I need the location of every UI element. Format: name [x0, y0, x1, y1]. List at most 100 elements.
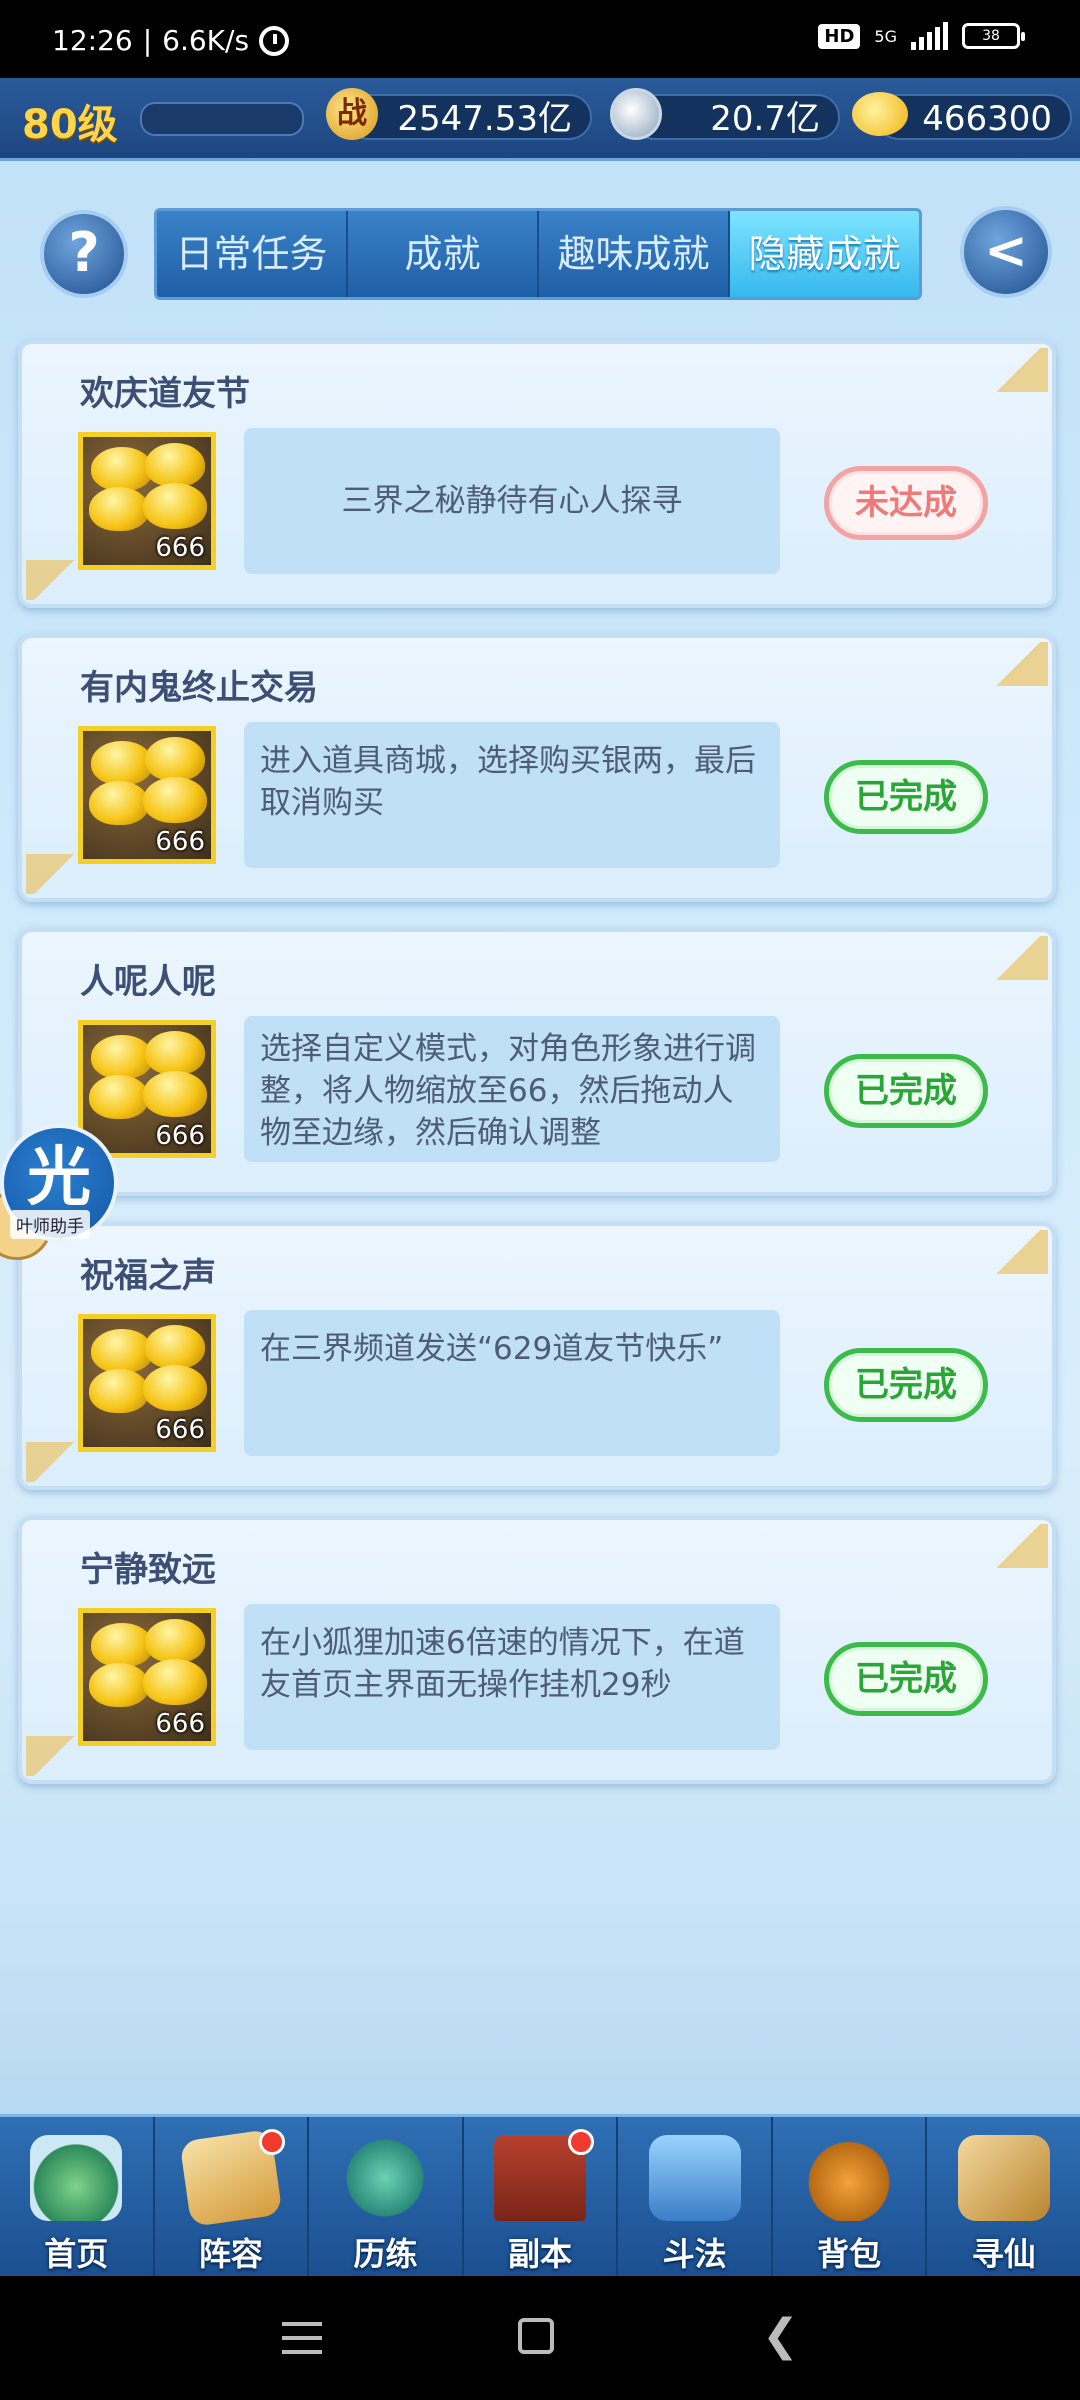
notification-dot [568, 2129, 595, 2155]
gold-ingot-icon [91, 741, 153, 785]
nav-seek-immortal[interactable]: 寻仙 [927, 2117, 1080, 2279]
separator: | [142, 24, 153, 57]
nav-lineup[interactable]: 阵容 [155, 2117, 310, 2279]
card-corner-ornament [988, 936, 1048, 980]
resource-bar: 80级 2547.53亿 战 20.7亿 466300 [0, 78, 1080, 161]
notification-dot [259, 2129, 286, 2155]
reward-count: 666 [155, 533, 205, 563]
nav-backpack[interactable]: 背包 [773, 2117, 928, 2279]
reward-icon[interactable]: 666 [78, 726, 216, 864]
back-icon[interactable]: ❮ [762, 2314, 799, 2358]
card-corner-ornament [988, 642, 1048, 686]
gold-value: 466300 [922, 99, 1052, 139]
card-corner-ornament [988, 348, 1048, 392]
system-nav-bar: ❮ [0, 2276, 1080, 2400]
reward-icon[interactable]: 666 [78, 432, 216, 570]
nav-label: 副本 [508, 2235, 573, 2273]
achievement-title: 欢庆道友节 [80, 374, 250, 414]
status-completed-badge: 已完成 [824, 1348, 988, 1422]
reward-icon[interactable]: 666 [78, 1314, 216, 1452]
achievement-card: 祝福之声 666 在三界频道发送“629道友节快乐” 已完成 [18, 1222, 1056, 1490]
gold-ingot-icon [145, 1031, 205, 1075]
gold-ingot-icon [89, 1663, 149, 1707]
nav-label: 历练 [353, 2235, 418, 2273]
tab-daily-tasks[interactable]: 日常任务 [157, 211, 348, 297]
status-completed-badge: 已完成 [824, 1642, 988, 1716]
achievement-card: 宁静致远 666 在小狐狸加速6倍速的情况下，在道友首页主界面无操作挂机29秒 … [18, 1516, 1056, 1784]
clock: 12:26 [52, 24, 133, 57]
achievement-title: 人呢人呢 [80, 962, 216, 1002]
gold-ingot-icon [145, 737, 205, 781]
achievement-tabs: 日常任务 成就 趣味成就 隐藏成就 [154, 208, 922, 300]
nav-training[interactable]: 历练 [309, 2117, 464, 2279]
tab-fun-achievements[interactable]: 趣味成就 [539, 211, 730, 297]
scroll-icon [957, 2135, 1050, 2221]
achievement-card: 欢庆道友节 666 三界之秘静待有心人探寻 未达成 [18, 340, 1056, 608]
reward-count: 666 [155, 1709, 205, 1739]
gold-ingot-icon [852, 92, 908, 136]
gold-ingot-icon [89, 1075, 149, 1119]
battle-power-value: 2547.53亿 [397, 99, 572, 139]
bottom-nav: 首页 阵容 历练 副本 斗法 背包 寻仙 [0, 2114, 1080, 2279]
tab-achievements[interactable]: 成就 [348, 211, 539, 297]
gold-ingot-icon [89, 781, 149, 825]
gold-ingot-icon [143, 483, 207, 529]
achievement-description: 三界之秘静待有心人探寻 [244, 428, 780, 574]
gold-ingot-icon [91, 1035, 153, 1079]
status-left: 12:26 | 6.6K/s [52, 24, 290, 57]
battery-level: 38 [982, 28, 1000, 44]
silver-balance[interactable]: 20.7亿 [632, 94, 840, 140]
recent-apps-icon[interactable] [282, 2322, 322, 2354]
back-button[interactable]: < [960, 206, 1052, 298]
help-button[interactable]: ? [40, 210, 128, 298]
gold-ingot-icon [143, 777, 207, 823]
reward-icon[interactable]: 666 [78, 1608, 216, 1746]
xp-bar [140, 102, 304, 136]
achievement-title: 有内鬼终止交易 [80, 668, 318, 708]
net-speed: 6.6K/s [162, 24, 250, 57]
player-level: 80级 [22, 102, 118, 148]
gold-ingot-icon [91, 1623, 153, 1667]
nav-home[interactable]: 首页 [0, 2117, 155, 2279]
achievement-title: 宁静致远 [80, 1550, 216, 1590]
reward-count: 666 [155, 1415, 205, 1445]
achievement-card: 人呢人呢 666 选择自定义模式，对角色形象进行调整，将人物缩放至66，然后拖动… [18, 928, 1056, 1196]
nav-label: 阵容 [198, 2235, 263, 2273]
training-gourd-icon [339, 2135, 432, 2221]
nav-label: 斗法 [662, 2235, 727, 2273]
alarm-icon [259, 25, 290, 56]
achievement-card: 有内鬼终止交易 666 进入道具商城，选择购买银两，最后取消购买 已完成 [18, 634, 1056, 902]
status-not-achieved-badge: 未达成 [824, 466, 988, 540]
gold-ingot-icon [91, 447, 153, 491]
battery-icon: 38 [962, 23, 1025, 49]
gold-ingot-icon [143, 1071, 207, 1117]
achievement-description: 在小狐狸加速6倍速的情况下，在道友首页主界面无操作挂机29秒 [244, 1604, 780, 1750]
status-completed-badge: 已完成 [824, 1054, 988, 1128]
nav-label: 背包 [817, 2235, 882, 2273]
card-corner-ornament [26, 1442, 82, 1482]
tab-hidden-achievements[interactable]: 隐藏成就 [730, 211, 919, 297]
nav-label: 首页 [44, 2235, 109, 2273]
status-right: HD 5G 38 [818, 22, 1025, 50]
backpack-icon [803, 2135, 896, 2221]
achievement-description: 进入道具商城，选择购买银两，最后取消购买 [244, 722, 780, 868]
network-type: 5G [874, 26, 897, 46]
reward-icon[interactable]: 666 [78, 1020, 216, 1158]
gold-ingot-icon [89, 1369, 149, 1413]
gold-ingot-icon [145, 443, 205, 487]
floating-helper-label: 叶师助手 [10, 1210, 90, 1239]
achievement-description: 选择自定义模式，对角色形象进行调整，将人物缩放至66，然后拖动人物至边缘，然后确… [244, 1016, 780, 1162]
card-corner-ornament [26, 854, 82, 894]
nav-dungeon[interactable]: 副本 [464, 2117, 619, 2279]
signal-icon [911, 22, 948, 50]
card-corner-ornament [26, 560, 82, 600]
nav-duel[interactable]: 斗法 [618, 2117, 773, 2279]
reward-count: 666 [155, 827, 205, 857]
gold-ingot-icon [91, 1329, 153, 1373]
gold-ingot-icon [143, 1365, 207, 1411]
reward-count: 666 [155, 1121, 205, 1151]
battle-icon: 战 [326, 88, 378, 140]
card-corner-ornament [988, 1524, 1048, 1568]
home-icon[interactable] [518, 2318, 554, 2354]
silver-value: 20.7亿 [710, 99, 820, 139]
